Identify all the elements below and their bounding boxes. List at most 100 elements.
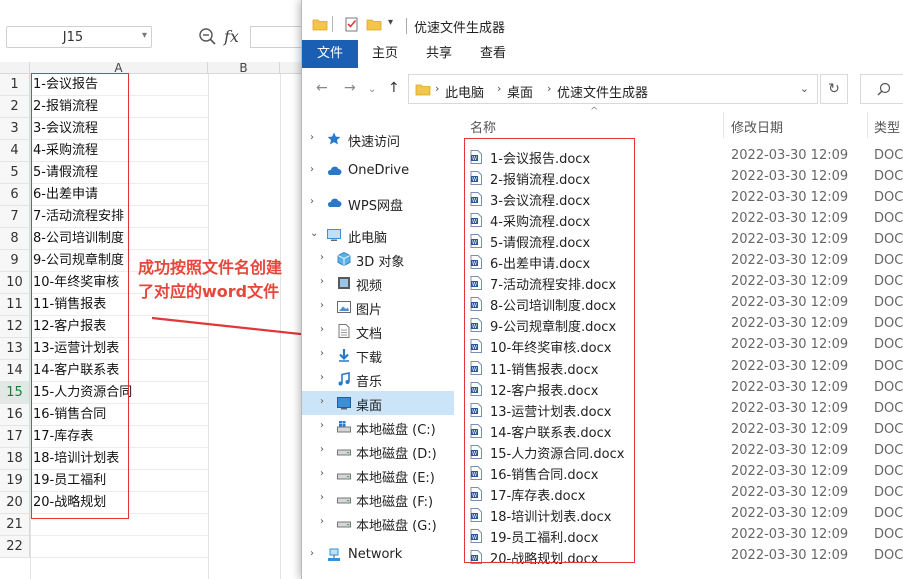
chevron-right-icon[interactable]: ›: [320, 324, 324, 335]
row-header[interactable]: 15: [0, 382, 30, 404]
file-name[interactable]: 12-客户报表.docx: [490, 380, 598, 399]
chevron-down-icon[interactable]: ▾: [142, 30, 147, 41]
file-name[interactable]: 6-出差申请.docx: [490, 253, 590, 272]
refresh-icon[interactable]: ↻: [820, 74, 848, 104]
row-header[interactable]: 12: [0, 316, 30, 338]
row-header[interactable]: 11: [0, 294, 30, 316]
select-all-corner[interactable]: [0, 62, 30, 74]
name-box[interactable]: J15 ▾: [6, 26, 152, 48]
recent-locations-chevron-icon[interactable]: ⌄: [368, 84, 376, 95]
back-arrow-icon[interactable]: ←: [316, 80, 328, 96]
customize-toolbar-chevron-icon[interactable]: ▾: [388, 17, 393, 28]
chevron-right-icon[interactable]: ›: [320, 300, 324, 311]
row-header[interactable]: 10: [0, 272, 30, 294]
column-header-date[interactable]: 修改日期: [731, 117, 783, 136]
cell-a[interactable]: 4-采购流程: [31, 140, 208, 162]
chevron-right-icon[interactable]: ›: [320, 492, 324, 503]
chevron-down-icon[interactable]: ⌄: [310, 228, 318, 239]
cell-a[interactable]: 3-会议流程: [31, 118, 208, 140]
cell-a[interactable]: 1-会议报告: [31, 74, 208, 96]
row-header[interactable]: 8: [0, 228, 30, 250]
chevron-right-icon[interactable]: ›: [310, 196, 314, 207]
cell-a[interactable]: 2-报销流程: [31, 96, 208, 118]
cell-a[interactable]: 19-员工福利: [31, 470, 208, 492]
chevron-right-icon[interactable]: ›: [320, 444, 324, 455]
breadcrumb-desktop[interactable]: 桌面: [507, 82, 533, 101]
column-header-name[interactable]: 名称: [470, 117, 496, 136]
file-name[interactable]: 17-库存表.docx: [490, 485, 585, 504]
nav-item[interactable]: › 桌面: [302, 391, 454, 415]
cell-a[interactable]: 6-出差申请: [31, 184, 208, 206]
row-header[interactable]: 9: [0, 250, 30, 272]
column-header-b[interactable]: B: [208, 62, 280, 74]
nav-item[interactable]: › 下载: [302, 343, 454, 367]
address-dropdown-chevron-icon[interactable]: ⌄: [800, 82, 809, 95]
nav-item[interactable]: › 音乐: [302, 367, 454, 391]
column-divider[interactable]: [867, 112, 868, 138]
file-name[interactable]: 7-活动流程安排.docx: [490, 274, 616, 293]
row-header[interactable]: 1: [0, 74, 30, 96]
file-name[interactable]: 18-培训计划表.docx: [490, 506, 611, 525]
row-header[interactable]: 22: [0, 536, 30, 558]
nav-item[interactable]: › OneDrive: [302, 159, 454, 183]
file-name[interactable]: 1-会议报告.docx: [490, 148, 590, 167]
nav-item[interactable]: ⌄ 此电脑: [302, 223, 454, 247]
row-header[interactable]: 3: [0, 118, 30, 140]
cell-a[interactable]: 5-请假流程: [31, 162, 208, 184]
row-header[interactable]: 7: [0, 206, 30, 228]
cell-a[interactable]: 18-培训计划表: [31, 448, 208, 470]
row-header[interactable]: 2: [0, 96, 30, 118]
chevron-right-icon[interactable]: ›: [320, 396, 324, 407]
breadcrumb-current-folder[interactable]: 优速文件生成器: [557, 82, 648, 101]
file-name[interactable]: 20-战略规划.docx: [490, 548, 598, 567]
row-header[interactable]: 4: [0, 140, 30, 162]
file-name[interactable]: 5-请假流程.docx: [490, 232, 590, 251]
row-header[interactable]: 19: [0, 470, 30, 492]
row-header[interactable]: 18: [0, 448, 30, 470]
cell-a[interactable]: 17-库存表: [31, 426, 208, 448]
column-header-type[interactable]: 类型: [874, 117, 900, 136]
file-name[interactable]: 9-公司规章制度.docx: [490, 316, 616, 335]
row-header[interactable]: 21: [0, 514, 30, 536]
nav-item[interactable]: › 本地磁盘 (F:): [302, 487, 454, 511]
row-header[interactable]: 13: [0, 338, 30, 360]
search-input[interactable]: [860, 74, 903, 104]
cell-a[interactable]: 20-战略规划: [31, 492, 208, 514]
nav-item[interactable]: › 视频: [302, 271, 454, 295]
file-name[interactable]: 11-销售报表.docx: [490, 359, 598, 378]
row-header[interactable]: 17: [0, 426, 30, 448]
nav-item[interactable]: › 本地磁盘 (C:): [302, 415, 454, 439]
row-header[interactable]: 6: [0, 184, 30, 206]
tab-file[interactable]: 文件: [302, 40, 358, 68]
row-header[interactable]: 16: [0, 404, 30, 426]
cell-a[interactable]: 16-销售合同: [31, 404, 208, 426]
function-icon[interactable]: fx: [224, 27, 239, 46]
file-name[interactable]: 16-销售合同.docx: [490, 464, 598, 483]
row-header[interactable]: 5: [0, 162, 30, 184]
up-arrow-icon[interactable]: ↑: [388, 80, 400, 96]
nav-item[interactable]: › Network: [302, 543, 454, 567]
zoom-icon[interactable]: [196, 26, 220, 48]
file-name[interactable]: 15-人力资源合同.docx: [490, 443, 624, 462]
chevron-right-icon[interactable]: ›: [320, 348, 324, 359]
chevron-right-icon[interactable]: ›: [310, 164, 314, 175]
tab-view[interactable]: 查看: [468, 40, 518, 68]
nav-item[interactable]: › 本地磁盘 (E:): [302, 463, 454, 487]
chevron-right-icon[interactable]: ›: [320, 468, 324, 479]
chevron-right-icon[interactable]: ›: [320, 516, 324, 527]
column-header-a[interactable]: A: [30, 62, 208, 74]
nav-item[interactable]: › 3D 对象: [302, 247, 454, 271]
file-name[interactable]: 13-运营计划表.docx: [490, 401, 611, 420]
new-folder-icon[interactable]: [366, 16, 382, 32]
chevron-right-icon[interactable]: ›: [310, 132, 314, 143]
nav-item[interactable]: › 文档: [302, 319, 454, 343]
nav-item[interactable]: › WPS网盘: [302, 191, 454, 215]
chevron-right-icon[interactable]: ›: [320, 372, 324, 383]
chevron-right-icon[interactable]: ›: [320, 276, 324, 287]
file-name[interactable]: 8-公司培训制度.docx: [490, 295, 616, 314]
chevron-right-icon[interactable]: ›: [320, 420, 324, 431]
cell-a[interactable]: [31, 536, 208, 558]
cell-a[interactable]: 14-客户联系表: [31, 360, 208, 382]
cell-a[interactable]: 7-活动流程安排: [31, 206, 208, 228]
breadcrumb-this-pc[interactable]: 此电脑: [445, 82, 484, 101]
